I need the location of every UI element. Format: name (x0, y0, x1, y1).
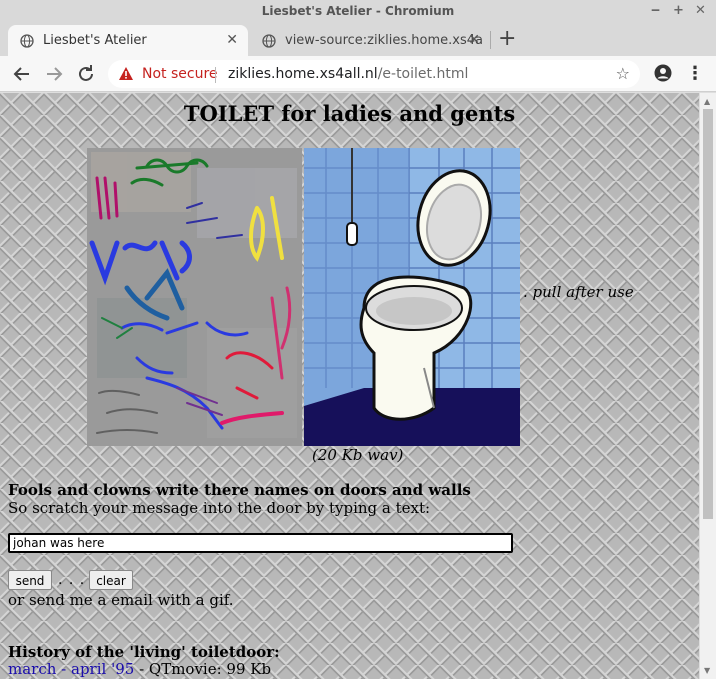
arrow-left-icon[interactable] (10, 62, 34, 86)
close-tab-icon[interactable]: ✕ (226, 25, 238, 56)
window-title: Liesbet's Atelier - Chromium (261, 4, 455, 18)
scroll-down-icon[interactable]: ▼ (704, 666, 710, 675)
pull-caption: . pull after use (523, 283, 634, 301)
globe-icon (20, 34, 34, 48)
window-title-bar: Liesbet's Atelier - Chromium (0, 0, 716, 22)
omnibox-divider (215, 67, 216, 83)
tab-liesbets-atelier[interactable]: Liesbet's Atelier ✕ (8, 25, 248, 56)
tab-label: view-source:ziklies.home.xs4a (285, 33, 483, 48)
scroll-thumb[interactable] (703, 109, 713, 519)
fools-heading: Fools and clowns write there names on do… (8, 481, 471, 499)
minimize-button[interactable]: ‒ (651, 0, 660, 22)
url-path: /e-toilet.html (377, 66, 469, 82)
tab-separator (490, 31, 491, 49)
scratch-instruction: So scratch your message into the door by… (8, 499, 431, 517)
new-tab-button[interactable]: + (498, 22, 516, 56)
tab-label: Liesbet's Atelier (43, 33, 147, 48)
history-entry: march - april '95 - QTmovie: 99 Kb (8, 660, 271, 678)
security-label[interactable]: Not secure (142, 60, 218, 88)
email-gif-note: or send me a email with a gif. (8, 591, 234, 609)
clear-button[interactable]: clear (89, 570, 133, 590)
reload-icon[interactable] (74, 62, 98, 86)
graffiti-door-image[interactable] (87, 148, 302, 446)
wav-caption[interactable]: (20 Kb wav) (312, 446, 403, 464)
history-link-march-april-95[interactable]: march - april '95 (8, 660, 134, 678)
scroll-up-icon[interactable]: ▲ (704, 97, 710, 106)
arrow-right-icon[interactable] (42, 62, 66, 86)
globe-icon (262, 34, 276, 48)
close-window-button[interactable]: ✕ (695, 0, 706, 22)
toilet-image[interactable] (304, 148, 520, 446)
page-scrollbar[interactable]: ▲ ▼ (699, 93, 716, 679)
maximize-button[interactable]: + (673, 0, 684, 22)
account-icon[interactable] (654, 64, 672, 82)
history-heading: History of the 'living' toiletdoor: (8, 643, 280, 661)
message-input[interactable] (8, 533, 513, 553)
page-title: TOILET for ladies and gents (183, 101, 516, 126)
menu-icon[interactable]: ⋮ (686, 60, 704, 88)
warning-icon (119, 67, 133, 80)
url-domain: ziklies.home.xs4all.nl (228, 66, 378, 82)
tab-strip: Liesbet's Atelier ✕ view-source:ziklies.… (0, 22, 716, 56)
address-bar[interactable]: Not secure ziklies.home.xs4all.nl/e-toil… (108, 60, 640, 88)
close-tab-icon[interactable]: ✕ (468, 25, 480, 56)
url-text[interactable]: ziklies.home.xs4all.nl/e-toilet.html (228, 60, 468, 88)
history-movie-size: - QTmovie: 99 Kb (134, 660, 272, 678)
bookmark-star-icon[interactable]: ☆ (616, 60, 630, 88)
send-button[interactable]: send (8, 570, 52, 590)
page-viewport: TOILET for ladies and gents . pull after… (0, 93, 699, 679)
tab-view-source[interactable]: view-source:ziklies.home.xs4a ✕ (250, 25, 490, 56)
browser-toolbar: Not secure ziklies.home.xs4all.nl/e-toil… (0, 56, 716, 92)
